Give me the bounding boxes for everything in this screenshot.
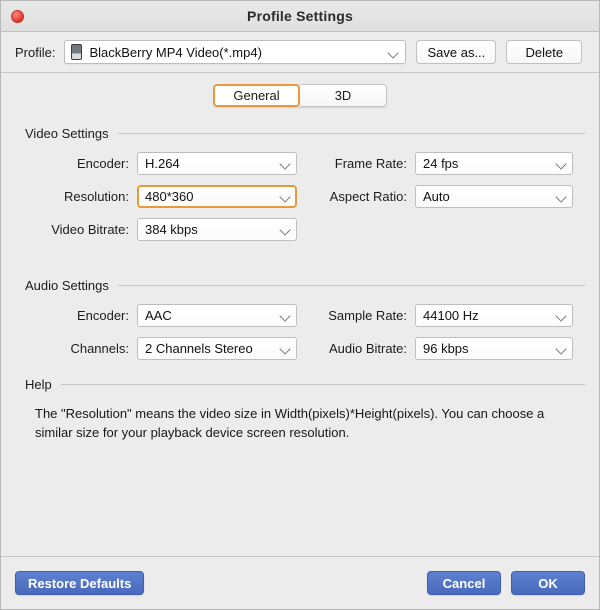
video-encoder-label: Encoder:	[76, 156, 129, 171]
profile-settings-window: Profile Settings Profile: BlackBerry MP4…	[0, 0, 600, 610]
resolution-dropdown[interactable]: 480*360	[137, 185, 297, 208]
audio-encoder-field: Encoder: AAC	[15, 304, 311, 327]
video-encoder-value: H.264	[145, 156, 180, 171]
video-bitrate-field: Video Bitrate: 384 kbps	[15, 218, 311, 241]
sample-rate-field: Sample Rate: 44100 Hz	[311, 304, 573, 327]
audio-settings-header: Audio Settings	[25, 277, 585, 293]
audio-bitrate-value: 96 kbps	[423, 341, 469, 356]
frame-rate-value: 24 fps	[423, 156, 459, 171]
audio-encoder-value: AAC	[145, 308, 172, 323]
video-encoder-dropdown[interactable]: H.264	[137, 152, 297, 175]
audio-settings-body: Encoder: AAC Sample Rate: 44100 Hz Chann…	[15, 293, 585, 360]
dialog-footer: Restore Defaults Cancel OK	[1, 556, 599, 609]
aspect-ratio-dropdown[interactable]: Auto	[415, 185, 573, 208]
profile-dropdown-value: BlackBerry MP4 Video(*.mp4)	[89, 44, 262, 60]
help-header: Help	[25, 376, 585, 392]
group-divider	[117, 132, 585, 134]
frame-rate-dropdown[interactable]: 24 fps	[415, 152, 573, 175]
chevron-down-icon	[280, 224, 291, 235]
video-settings-header: Video Settings	[25, 125, 585, 141]
chevron-down-icon	[556, 158, 567, 169]
aspect-ratio-field: Aspect Ratio: Auto	[311, 185, 573, 208]
close-icon[interactable]	[11, 10, 24, 23]
group-divider	[60, 383, 585, 385]
chevron-down-icon	[388, 47, 399, 58]
tab-bar: General 3D	[1, 73, 599, 117]
video-encoder-field: Encoder: H.264	[15, 152, 311, 175]
aspect-ratio-label: Aspect Ratio:	[329, 189, 407, 204]
video-row-2: Resolution: 480*360 Aspect Ratio: Auto	[15, 185, 585, 208]
frame-rate-field: Frame Rate: 24 fps	[311, 152, 573, 175]
help-group: Help The "Resolution" means the video si…	[15, 376, 585, 442]
profile-label: Profile:	[15, 44, 56, 60]
save-as-button[interactable]: Save as...	[416, 40, 497, 64]
sample-rate-label: Sample Rate:	[328, 308, 407, 323]
help-body-text: The "Resolution" means the video size in…	[35, 406, 545, 440]
chevron-down-icon	[280, 343, 291, 354]
chevron-down-icon	[556, 310, 567, 321]
resolution-label: Resolution:	[63, 189, 129, 204]
video-row-1: Encoder: H.264 Frame Rate: 24 fps	[15, 152, 585, 175]
video-settings-group: Video Settings Encoder: H.264 Frame Rate…	[15, 125, 585, 241]
restore-defaults-button[interactable]: Restore Defaults	[15, 571, 145, 595]
audio-encoder-dropdown[interactable]: AAC	[137, 304, 297, 327]
delete-button[interactable]: Delete	[506, 40, 583, 64]
audio-encoder-label: Encoder:	[76, 308, 129, 323]
audio-row-1: Encoder: AAC Sample Rate: 44100 Hz	[15, 304, 585, 327]
video-settings-title: Video Settings	[25, 125, 109, 141]
video-bitrate-value: 384 kbps	[145, 222, 198, 237]
channels-field: Channels: 2 Channels Stereo	[15, 337, 311, 360]
chevron-down-icon	[556, 191, 567, 202]
page-title: Profile Settings	[247, 8, 353, 24]
profile-dropdown[interactable]: BlackBerry MP4 Video(*.mp4)	[64, 40, 407, 64]
device-phone-icon	[71, 44, 83, 60]
audio-bitrate-field: Audio Bitrate: 96 kbps	[311, 337, 573, 360]
ok-button[interactable]: OK	[511, 571, 585, 595]
video-row-3: Video Bitrate: 384 kbps	[15, 218, 585, 241]
tab-group: General 3D	[213, 83, 387, 107]
video-settings-body: Encoder: H.264 Frame Rate: 24 fps Resolu…	[15, 141, 585, 241]
channels-label: Channels:	[70, 341, 129, 356]
video-bitrate-dropdown[interactable]: 384 kbps	[137, 218, 297, 241]
chevron-down-icon	[280, 191, 291, 202]
audio-bitrate-label: Audio Bitrate:	[328, 341, 407, 356]
audio-settings-group: Audio Settings Encoder: AAC Sample Rate:	[15, 277, 585, 360]
audio-settings-title: Audio Settings	[25, 277, 109, 293]
group-divider	[117, 284, 585, 286]
aspect-ratio-value: Auto	[423, 189, 450, 204]
sample-rate-dropdown[interactable]: 44100 Hz	[415, 304, 573, 327]
audio-bitrate-dropdown[interactable]: 96 kbps	[415, 337, 573, 360]
window-titlebar: Profile Settings	[1, 1, 599, 32]
channels-dropdown[interactable]: 2 Channels Stereo	[137, 337, 297, 360]
chevron-down-icon	[280, 158, 291, 169]
tab-general[interactable]: General	[213, 83, 300, 107]
help-title: Help	[25, 376, 52, 392]
video-bitrate-label: Video Bitrate:	[51, 222, 129, 237]
resolution-field: Resolution: 480*360	[15, 185, 311, 208]
profile-bar: Profile: BlackBerry MP4 Video(*.mp4) Sav…	[1, 32, 599, 73]
frame-rate-label: Frame Rate:	[334, 156, 407, 171]
sample-rate-value: 44100 Hz	[423, 308, 479, 323]
audio-row-2: Channels: 2 Channels Stereo Audio Bitrat…	[15, 337, 585, 360]
chevron-down-icon	[556, 343, 567, 354]
tab-3d[interactable]: 3D	[300, 83, 387, 107]
cancel-button[interactable]: Cancel	[427, 571, 501, 595]
settings-content: Video Settings Encoder: H.264 Frame Rate…	[1, 117, 599, 556]
chevron-down-icon	[280, 310, 291, 321]
channels-value: 2 Channels Stereo	[145, 341, 253, 356]
resolution-value: 480*360	[145, 189, 194, 204]
